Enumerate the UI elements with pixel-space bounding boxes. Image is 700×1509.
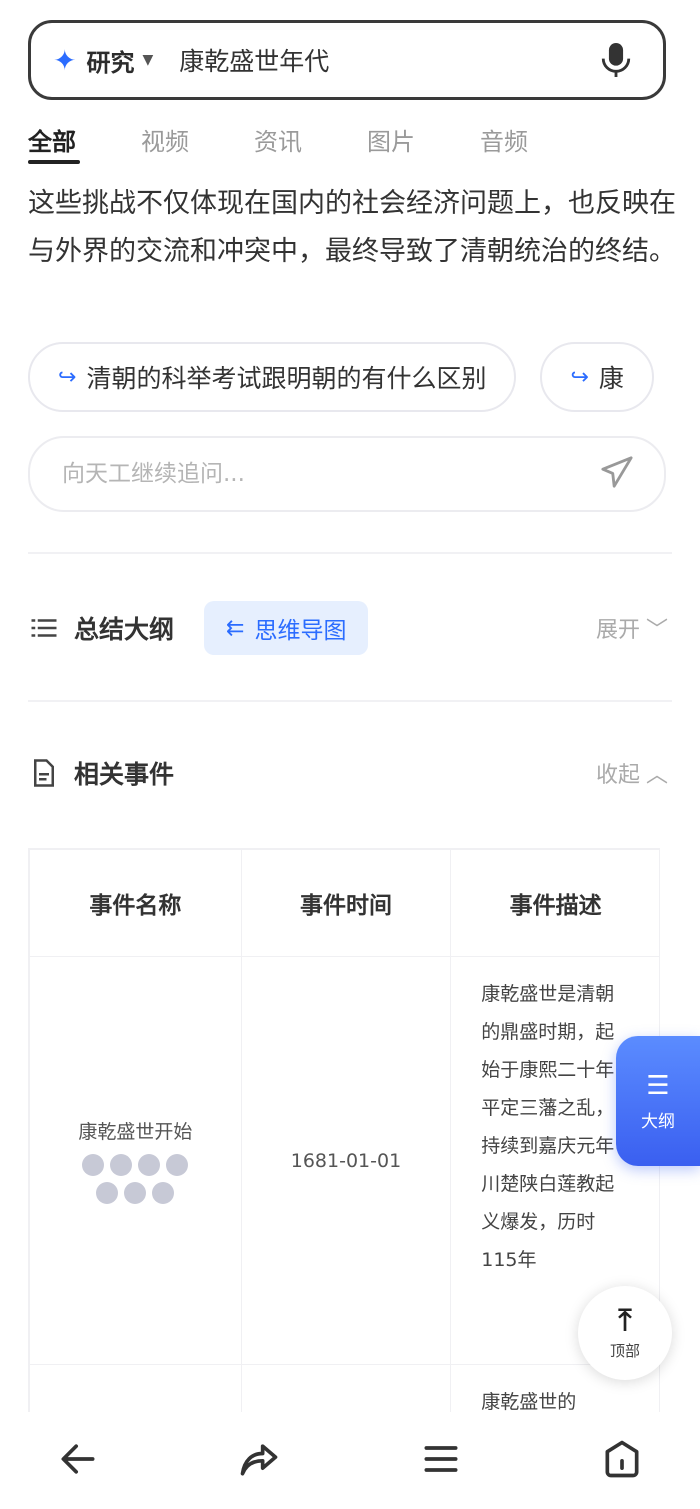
outline-section-header: 总结大纲 ⇇ 思维导图 展开 ﹀ [28, 600, 668, 656]
document-icon [34, 759, 54, 787]
back-arrow-icon[interactable] [56, 1437, 100, 1485]
table-row: 康乾盛世开始 1681-01-01 康乾盛世是清朝的鼎盛时期，起始于康熙二十年平… [29, 956, 659, 1365]
outline-section-title: 总结大纲 [74, 615, 175, 644]
chevron-down-icon: ﹀ [645, 618, 668, 643]
collapse-label: 收起 [595, 763, 640, 788]
arrow-to-top-icon: ⤒ [618, 1302, 632, 1338]
microphone-icon[interactable] [599, 40, 633, 80]
outline-float-label: 大纲 [641, 1111, 675, 1132]
events-table: 事件名称 事件时间 事件描述 康乾盛世开始 1681-01-01 康乾盛世是清朝… [28, 848, 660, 1448]
mode-dropdown-icon[interactable]: ▼ [142, 52, 153, 68]
home-icon[interactable] [600, 1437, 644, 1485]
divider [28, 552, 672, 554]
tab-images[interactable]: 图片 [367, 122, 480, 157]
event-name: 康乾盛世开始 [78, 1121, 193, 1143]
column-header: 事件时间 [240, 849, 452, 957]
back-to-top-button[interactable]: ⤒ 顶部 [578, 1286, 672, 1380]
event-time: 1681-01-01 [240, 956, 452, 1365]
events-section-header: 相关事件 收起 ︿ [28, 748, 668, 798]
send-icon[interactable] [600, 455, 634, 493]
source-ref-badge[interactable] [96, 1182, 119, 1204]
return-arrow-icon: ↪ [570, 364, 589, 390]
collapse-toggle[interactable]: 收起 ︿ [596, 757, 668, 789]
tab-news[interactable]: 资讯 [254, 122, 367, 157]
suggestion-chip[interactable]: ↪ 康 [540, 342, 654, 412]
suggestion-label: 清朝的科举考试跟明朝的有什么区别 [86, 364, 487, 393]
list-icon [31, 619, 57, 637]
mindmap-label: 思维导图 [254, 618, 347, 644]
sparkle-icon: ✦ [53, 43, 77, 77]
source-ref-badge[interactable] [152, 1182, 175, 1204]
tab-video[interactable]: 视频 [141, 122, 254, 157]
expand-label: 展开 [595, 618, 640, 643]
back-to-top-label: 顶部 [609, 1341, 640, 1360]
table-header-row: 事件名称 事件时间 事件描述 [29, 849, 659, 957]
event-name-cell: 康乾盛世开始 [29, 956, 242, 1365]
search-bar[interactable]: ✦ 研究 ▼ 康乾盛世年代 [28, 20, 666, 100]
search-tabs: 全部 视频 资讯 图片 音频 [28, 122, 593, 164]
source-references[interactable] [70, 1154, 200, 1204]
source-ref-badge[interactable] [138, 1154, 161, 1176]
expand-toggle[interactable]: 展开 ﹀ [596, 612, 668, 644]
events-section-title: 相关事件 [74, 760, 175, 789]
chevron-up-icon: ︿ [645, 763, 668, 788]
tab-all[interactable]: 全部 [28, 122, 141, 164]
suggestion-label: 康 [598, 364, 624, 393]
share-icon[interactable] [237, 1437, 281, 1485]
mindmap-button[interactable]: ⇇ 思维导图 [204, 601, 369, 655]
suggestion-chip[interactable]: ↪ 清朝的科举考试跟明朝的有什么区别 [28, 342, 517, 412]
tab-audio[interactable]: 音频 [480, 122, 593, 157]
source-ref-badge[interactable] [110, 1154, 133, 1176]
menu-icon[interactable] [419, 1437, 463, 1485]
outline-float-button[interactable]: ☰ 大纲 [616, 1036, 700, 1166]
followup-input-box[interactable] [28, 436, 666, 512]
suggestion-chips: ↪ 清朝的科举考试跟明朝的有什么区别 ↪ 康 [28, 342, 654, 412]
divider [28, 700, 672, 702]
mindmap-icon: ⇇ [226, 615, 245, 641]
search-mode-label[interactable]: 研究 [86, 43, 134, 78]
bottom-nav-bar [0, 1412, 700, 1509]
followup-input[interactable] [60, 460, 600, 488]
source-ref-badge[interactable] [82, 1154, 105, 1176]
return-arrow-icon: ↪ [58, 364, 77, 390]
source-ref-badge[interactable] [166, 1154, 189, 1176]
source-ref-badge[interactable] [124, 1182, 147, 1204]
outline-icon: ☰ [646, 1070, 670, 1101]
answer-paragraph: 这些挑战不仅体现在国内的社会经济问题上，也反映在与外界的交流和冲突中，最终导致了… [28, 188, 676, 267]
search-query[interactable]: 康乾盛世年代 [179, 42, 599, 78]
column-header: 事件名称 [29, 849, 242, 957]
column-header: 事件描述 [450, 849, 659, 957]
